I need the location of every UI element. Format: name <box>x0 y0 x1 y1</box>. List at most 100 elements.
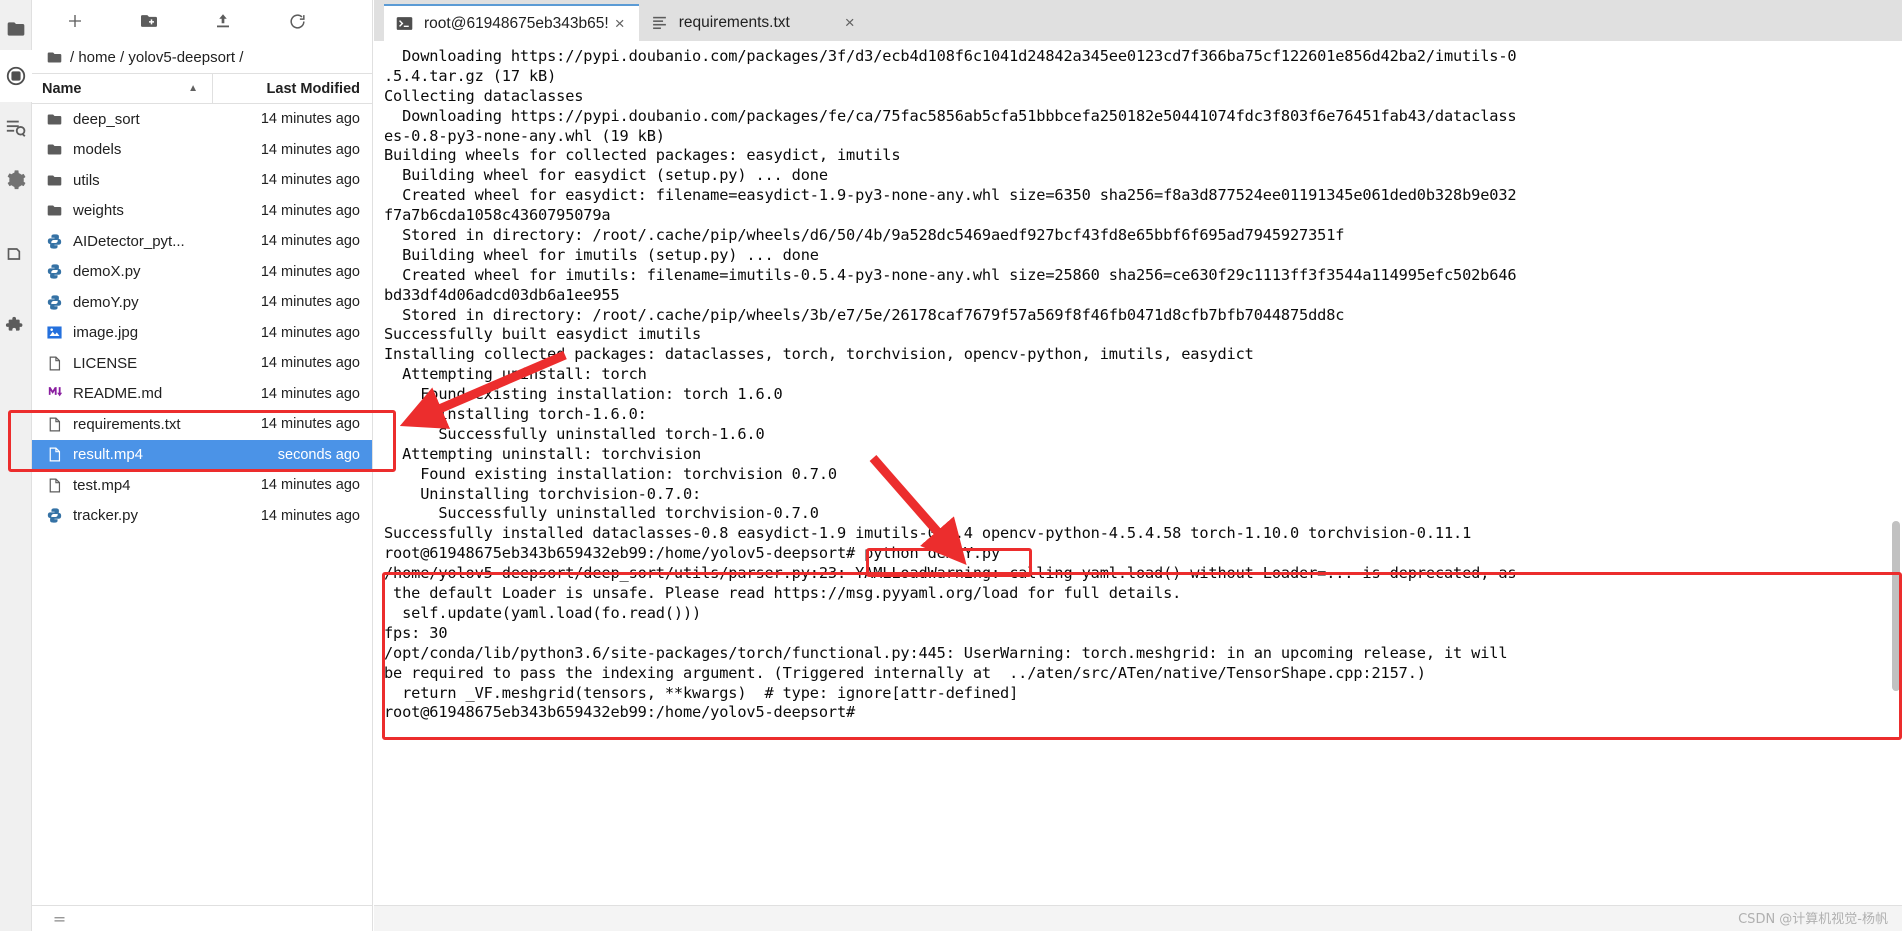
python-icon <box>46 507 70 525</box>
file-modified: 14 minutes ago <box>260 141 360 158</box>
file-modified: 14 minutes ago <box>260 507 360 524</box>
breadcrumb[interactable]: / home / yolov5-deepsort / <box>32 42 372 74</box>
terminal-line: f7a7b6cda1058c4360795079a <box>384 206 611 225</box>
file-name: deep_sort <box>73 110 140 128</box>
file-row-demoy-py[interactable]: demoY.py 14 minutes ago <box>32 287 372 318</box>
column-header-name[interactable]: Name ▲ <box>32 73 213 104</box>
bottom-status-bar <box>374 905 1902 931</box>
file-name: LICENSE <box>73 354 138 372</box>
terminal-line: Found existing installation: torchvision… <box>384 464 837 483</box>
terminal-line: Successfully built easydict imutils <box>384 325 702 344</box>
column-header-last-modified[interactable]: Last Modified <box>213 74 372 104</box>
file-row-aidetector-pyt-[interactable]: AIDetector_pyt... 14 minutes ago <box>32 226 372 257</box>
terminal-line: Successfully uninstalled torch-1.6.0 <box>384 424 765 443</box>
status-icon <box>52 909 67 929</box>
file-row-weights[interactable]: weights 14 minutes ago <box>32 196 372 227</box>
terminal-line: return _VF.meshgrid(tensors, **kwargs) #… <box>384 683 1019 702</box>
upload-button[interactable] <box>186 5 260 37</box>
file-name: requirements.txt <box>73 415 181 433</box>
folder-icon <box>46 202 70 220</box>
terminal-line: /opt/conda/lib/python3.6/site-packages/t… <box>384 643 1508 662</box>
terminal-line: Successfully installed dataclasses-0.8 e… <box>384 524 1472 543</box>
file-row-result-mp4[interactable]: result.mp4 seconds ago <box>32 439 372 470</box>
tab-requirements-txt[interactable]: requirements.txt × <box>638 4 869 41</box>
terminal-output[interactable]: Downloading https://pypi.doubanio.com/pa… <box>374 41 1902 905</box>
terminal-line: the default Loader is unsafe. Please rea… <box>384 584 1182 603</box>
folder-icon <box>6 19 26 39</box>
sidebar-item-open-tabs[interactable] <box>0 228 32 280</box>
file-icon <box>46 446 70 464</box>
file-name: demoX.py <box>73 263 141 281</box>
file-name: weights <box>73 202 124 220</box>
file-browser-status-bar <box>32 905 372 931</box>
tab-requirements-label: requirements.txt <box>678 13 790 31</box>
close-icon[interactable]: × <box>839 13 861 33</box>
file-row-deep-sort[interactable]: deep_sort 14 minutes ago <box>32 104 372 135</box>
file-row-image-jpg[interactable]: image.jpg 14 minutes ago <box>32 318 372 349</box>
file-browser-panel: / home / yolov5-deepsort / Name ▲ Last M… <box>32 0 373 931</box>
file-modified: seconds ago <box>277 446 360 463</box>
python-icon <box>46 232 70 250</box>
terminal-line: Downloading https://pypi.doubanio.com/pa… <box>384 106 1517 125</box>
new-launcher-button[interactable] <box>38 5 112 37</box>
file-list: deep_sort 14 minutes ago models 14 minutes … <box>32 104 372 905</box>
python-icon <box>46 263 70 281</box>
file-name: result.mp4 <box>73 446 144 464</box>
new-folder-button[interactable] <box>112 5 186 37</box>
terminal-line: Created wheel for imutils: filename=imut… <box>384 265 1517 284</box>
file-name: tracker.py <box>73 507 139 525</box>
file-modified: 14 minutes ago <box>260 324 360 341</box>
image-icon <box>46 324 70 342</box>
sidebar-item-extension-manager[interactable] <box>0 300 32 352</box>
terminal-line: be required to pass the indexing argumen… <box>384 663 1426 682</box>
terminal-line: Downloading https://pypi.doubanio.com/pa… <box>384 47 1517 65</box>
file-row-readme-md[interactable]: README.md 14 minutes ago <box>32 379 372 410</box>
terminal-line: Building wheels for collected packages: … <box>384 146 901 165</box>
terminal-line: root@61948675eb343b659432eb99:/home/yolo… <box>384 703 856 722</box>
terminal-line: self.update(yaml.load(fo.read())) <box>384 603 702 622</box>
terminal-line: Uninstalling torchvision-0.7.0: <box>384 484 702 503</box>
file-modified: 14 minutes ago <box>260 355 360 372</box>
file-modified: 14 minutes ago <box>260 202 360 219</box>
file-name: demoY.py <box>73 293 139 311</box>
terminal-line: fps: 30 <box>384 623 448 642</box>
sidebar-item-property-inspector[interactable] <box>0 154 32 206</box>
file-row-requirements-txt[interactable]: requirements.txt 14 minutes ago <box>32 409 372 440</box>
tab-terminal[interactable]: root@61948675eb343b65! × <box>384 4 639 41</box>
sidebar-item-folder[interactable] <box>0 8 32 50</box>
file-modified: 14 minutes ago <box>260 172 360 189</box>
file-row-demox-py[interactable]: demoX.py 14 minutes ago <box>32 257 372 288</box>
column-header-name-label: Name <box>42 80 82 97</box>
file-row-tracker-py[interactable]: tracker.py 14 minutes ago <box>32 501 372 532</box>
refresh-button[interactable] <box>260 5 334 37</box>
terminal-scrollbar[interactable] <box>1892 521 1900 691</box>
main-area: root@61948675eb343b65! × requirements.tx… <box>374 0 1902 931</box>
file-icon <box>46 476 70 494</box>
markdown-icon <box>46 385 70 403</box>
file-modified: 14 minutes ago <box>260 385 360 402</box>
text-file-icon <box>651 14 673 31</box>
column-header-last-modified-label: Last Modified <box>266 80 360 97</box>
breadcrumb-folder-icon <box>46 49 63 66</box>
folder-icon <box>46 141 70 159</box>
folder-icon <box>46 110 70 128</box>
terminal-line: Installing collected packages: dataclass… <box>384 345 1254 364</box>
file-row-models[interactable]: models 14 minutes ago <box>32 135 372 166</box>
terminal-line: Building wheel for imutils (setup.py) ..… <box>384 245 819 264</box>
breadcrumb-path[interactable]: / home / yolov5-deepsort / <box>70 49 243 66</box>
terminal-panel[interactable]: Downloading https://pypi.doubanio.com/pa… <box>374 41 1902 905</box>
sidebar-item-commands[interactable] <box>0 102 32 154</box>
sidebar-item-running-terminals[interactable] <box>0 50 32 102</box>
file-modified: 14 minutes ago <box>260 294 360 311</box>
file-name: README.md <box>73 385 163 403</box>
close-icon[interactable]: × <box>609 14 631 34</box>
file-row-license[interactable]: LICENSE 14 minutes ago <box>32 348 372 379</box>
file-browser-column-headers: Name ▲ Last Modified <box>32 73 372 104</box>
python-icon <box>46 293 70 311</box>
gear-icon <box>5 169 27 191</box>
activity-bar <box>0 0 32 931</box>
file-name: test.mp4 <box>73 476 131 494</box>
file-row-test-mp4[interactable]: test.mp4 14 minutes ago <box>32 470 372 501</box>
tab-bar: root@61948675eb343b65! × requirements.tx… <box>374 0 1902 41</box>
file-row-utils[interactable]: utils 14 minutes ago <box>32 165 372 196</box>
